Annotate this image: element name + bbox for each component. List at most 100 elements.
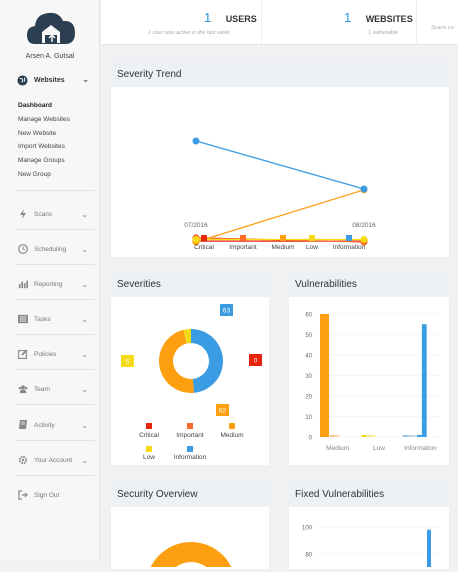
- severity-trend-title: Severity Trend: [111, 61, 449, 87]
- vuln-bar-information: [417, 434, 422, 437]
- vuln-y-tick: 60: [305, 313, 312, 319]
- websites-count: 1: [344, 10, 352, 25]
- trend-legend-swatch: [280, 235, 286, 241]
- nav-websites-label: Websites: [34, 76, 65, 84]
- trend-point-low: [360, 235, 368, 243]
- nav-reporting-label: Reporting: [34, 280, 63, 288]
- pie-legend-swatch: [187, 446, 193, 452]
- pie-legend-swatch: [146, 446, 152, 452]
- vuln-bar-information: [421, 324, 427, 437]
- nav-scheduling[interactable]: Scheduling ⌄: [18, 242, 90, 256]
- nav-activity[interactable]: Activity ⌄: [18, 418, 90, 432]
- nav-scans[interactable]: Scans ⌄: [18, 207, 90, 221]
- pie-legend-swatch: [146, 423, 152, 429]
- globe-icon: [17, 74, 28, 86]
- users-label: USERS: [225, 14, 257, 24]
- divider: [15, 190, 95, 191]
- nav-reporting[interactable]: Reporting ⌄: [18, 277, 90, 291]
- chevron-down-icon: ⌄: [81, 420, 88, 430]
- pie-legend-label: Information: [174, 454, 207, 461]
- subnav-new-website[interactable]: New Website: [18, 127, 70, 141]
- divider: [15, 404, 95, 405]
- subnav-import-websites[interactable]: Import Websites: [18, 140, 70, 154]
- subnav-manage-websites[interactable]: Manage Websites: [18, 113, 70, 127]
- subnav-new-group[interactable]: New Group: [18, 168, 70, 182]
- vulnerabilities-card: Vulnerabilities 0 10 20 30 40 50 60 Medium Low In…: [288, 270, 450, 466]
- divider: [15, 334, 95, 335]
- trend-legend-label: Information: [333, 244, 366, 251]
- trend-point-information: [192, 137, 200, 145]
- websites-submenu: Dashboard Manage Websites New Website Im…: [18, 99, 70, 182]
- logo-icon: [27, 12, 75, 44]
- severity-trend-card: Severity Trend 07/2016 08/2016 Critical Imp…: [110, 60, 450, 258]
- nav-your-account[interactable]: Your Account ⌄: [18, 453, 90, 467]
- vuln-y-tick: 30: [305, 374, 312, 380]
- pie-legend-label: Low: [143, 454, 155, 461]
- divider: [15, 369, 95, 370]
- vulnerabilities-title: Vulnerabilities: [289, 271, 449, 297]
- scans-stat: Scans co: [431, 22, 454, 31]
- pie-data-label: 62: [219, 408, 227, 415]
- trend-legend-label: Low: [306, 244, 318, 251]
- chevron-down-icon: ⌄: [81, 209, 88, 219]
- gear-icon: [18, 455, 28, 465]
- divider: [15, 299, 95, 300]
- chevron-down-icon: ⌄: [81, 244, 88, 254]
- trend-legend-swatch: [201, 235, 207, 241]
- nav-policies-label: Policies: [34, 350, 57, 358]
- trend-x-label: 07/2016: [184, 222, 208, 229]
- security-overview-chart: [148, 542, 234, 572]
- vuln-bar-medium: [334, 434, 340, 437]
- vuln-x-label: Information: [404, 445, 437, 452]
- nav-team[interactable]: Team ⌄: [18, 382, 90, 396]
- nav-sign-out-label: Sign Out: [34, 491, 60, 499]
- sign-out-icon: [18, 490, 28, 500]
- trend-legend-label: Critical: [194, 244, 214, 251]
- vulnerabilities-chart: 0 10 20 30 40 50 60 Medium Low Information: [305, 313, 441, 452]
- trend-point-low: [192, 235, 200, 243]
- nav-websites[interactable]: Websites ⌄: [17, 72, 93, 88]
- vuln-y-tick: 0: [309, 436, 313, 442]
- edit-icon: [18, 349, 28, 359]
- divider: [416, 0, 417, 45]
- pie-data-label: 5: [126, 359, 130, 366]
- pie-slice-information: [191, 329, 223, 393]
- sidebar: Arsen A. Gutsal Websites ⌄ Dashboard Man…: [0, 0, 100, 560]
- trend-line-information: [195, 140, 365, 190]
- severities-title: Severities: [111, 271, 269, 297]
- fixed-vulnerabilities-card: Fixed Vulnerabilities 80 100: [288, 480, 450, 570]
- subnav-dashboard[interactable]: Dashboard: [18, 99, 70, 113]
- trend-point-information: [360, 185, 368, 193]
- vuln-x-label: Medium: [326, 445, 349, 452]
- scans-subtext: Scans co: [431, 25, 454, 31]
- tasks-icon: [18, 314, 28, 324]
- subnav-manage-groups[interactable]: Manage Groups: [18, 154, 70, 168]
- divider: [261, 0, 262, 45]
- nav-policies[interactable]: Policies ⌄: [18, 347, 90, 361]
- websites-stat: 1 WEBSITES 1 vulnerable: [344, 9, 413, 36]
- book-icon: [19, 420, 27, 429]
- trend-legend-swatch: [309, 235, 315, 241]
- divider: [15, 475, 95, 476]
- vuln-bar-information: [407, 434, 413, 437]
- nav-sign-out[interactable]: Sign Out: [18, 488, 90, 502]
- trend-legend-swatch: [346, 235, 352, 241]
- fixed-y-tick: 80: [305, 553, 312, 559]
- security-overview-card: Security Overview: [110, 480, 270, 572]
- chevron-down-icon: ⌄: [81, 349, 88, 359]
- users-stat: 1 USERS 1 user was active in the last we…: [148, 9, 257, 36]
- vuln-bar-medium: [329, 434, 335, 437]
- nav-scheduling-label: Scheduling: [34, 245, 67, 253]
- users-icon: [18, 385, 28, 394]
- vuln-x-label: Low: [373, 445, 385, 452]
- websites-subtext: 1 vulnerable: [368, 30, 398, 36]
- nav-tasks[interactable]: Tasks ⌄: [18, 312, 90, 326]
- chevron-down-icon: ⌄: [81, 384, 88, 394]
- pie-legend-label: Medium: [220, 432, 243, 439]
- fixed-bar: [427, 529, 431, 567]
- overview-arc: [148, 542, 234, 572]
- pie-legend-label: Important: [176, 432, 204, 439]
- nav-scans-label: Scans: [34, 210, 53, 218]
- vuln-bar-low: [370, 434, 376, 437]
- pie-data-label: 0: [254, 358, 258, 365]
